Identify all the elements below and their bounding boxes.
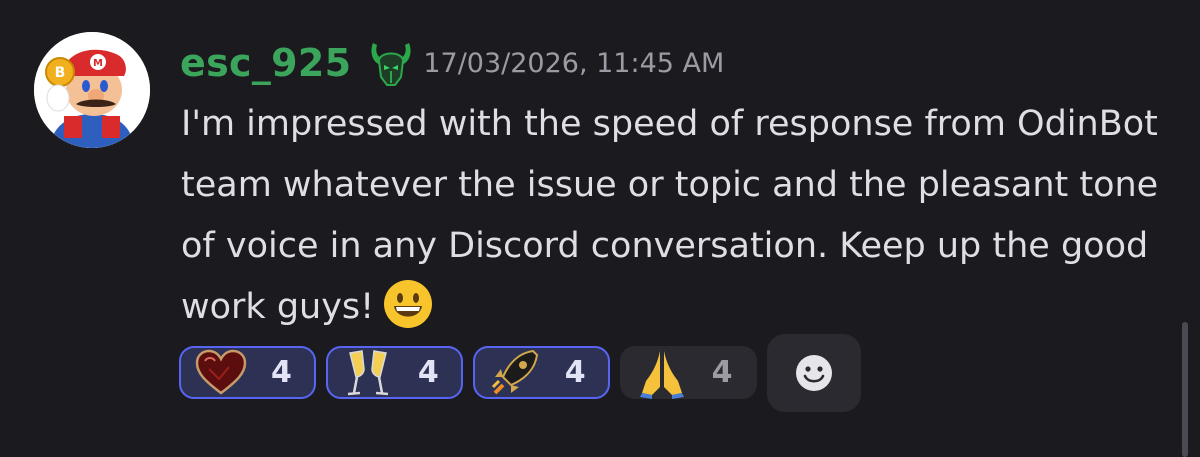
reaction-heart[interactable]: 4 bbox=[179, 346, 316, 399]
reaction-clinking-glasses[interactable]: 4 bbox=[325, 346, 463, 399]
folded-hands-icon bbox=[632, 347, 692, 399]
user-avatar[interactable]: M B bbox=[34, 32, 150, 148]
message-content: I'm impressed with the speed of response… bbox=[181, 94, 1171, 338]
viking-helmet-role-icon[interactable] bbox=[365, 37, 417, 89]
chat-message: M B esc_925 17/03/2026, 11:45 AM I'm imp… bbox=[0, 0, 1200, 457]
rocket-icon bbox=[485, 347, 545, 399]
add-reaction-button[interactable] bbox=[766, 334, 861, 412]
reaction-folded-hands[interactable]: 4 bbox=[619, 346, 757, 399]
grinning-face-emoji-icon bbox=[382, 278, 434, 330]
add-reaction-icon bbox=[795, 355, 832, 391]
svg-text:B: B bbox=[55, 65, 66, 81]
reaction-count: 4 bbox=[417, 355, 439, 390]
reaction-rocket[interactable]: 4 bbox=[472, 346, 610, 399]
username[interactable]: esc_925 bbox=[180, 41, 351, 85]
scrollbar[interactable] bbox=[1182, 322, 1188, 457]
message-timestamp[interactable]: 17/03/2026, 11:45 AM bbox=[423, 48, 724, 79]
svg-text:M: M bbox=[93, 58, 103, 69]
reaction-count: 4 bbox=[711, 355, 733, 390]
clinking-glasses-icon bbox=[338, 347, 398, 399]
message-header: esc_925 17/03/2026, 11:45 AM bbox=[180, 38, 724, 88]
heart-icon bbox=[191, 347, 251, 399]
reaction-count: 4 bbox=[564, 355, 586, 390]
mario-avatar-icon: M B bbox=[34, 32, 150, 148]
reaction-count: 4 bbox=[271, 355, 292, 390]
message-text: I'm impressed with the speed of response… bbox=[181, 104, 1159, 327]
reaction-bar: 4 4 4 4 bbox=[179, 334, 861, 412]
